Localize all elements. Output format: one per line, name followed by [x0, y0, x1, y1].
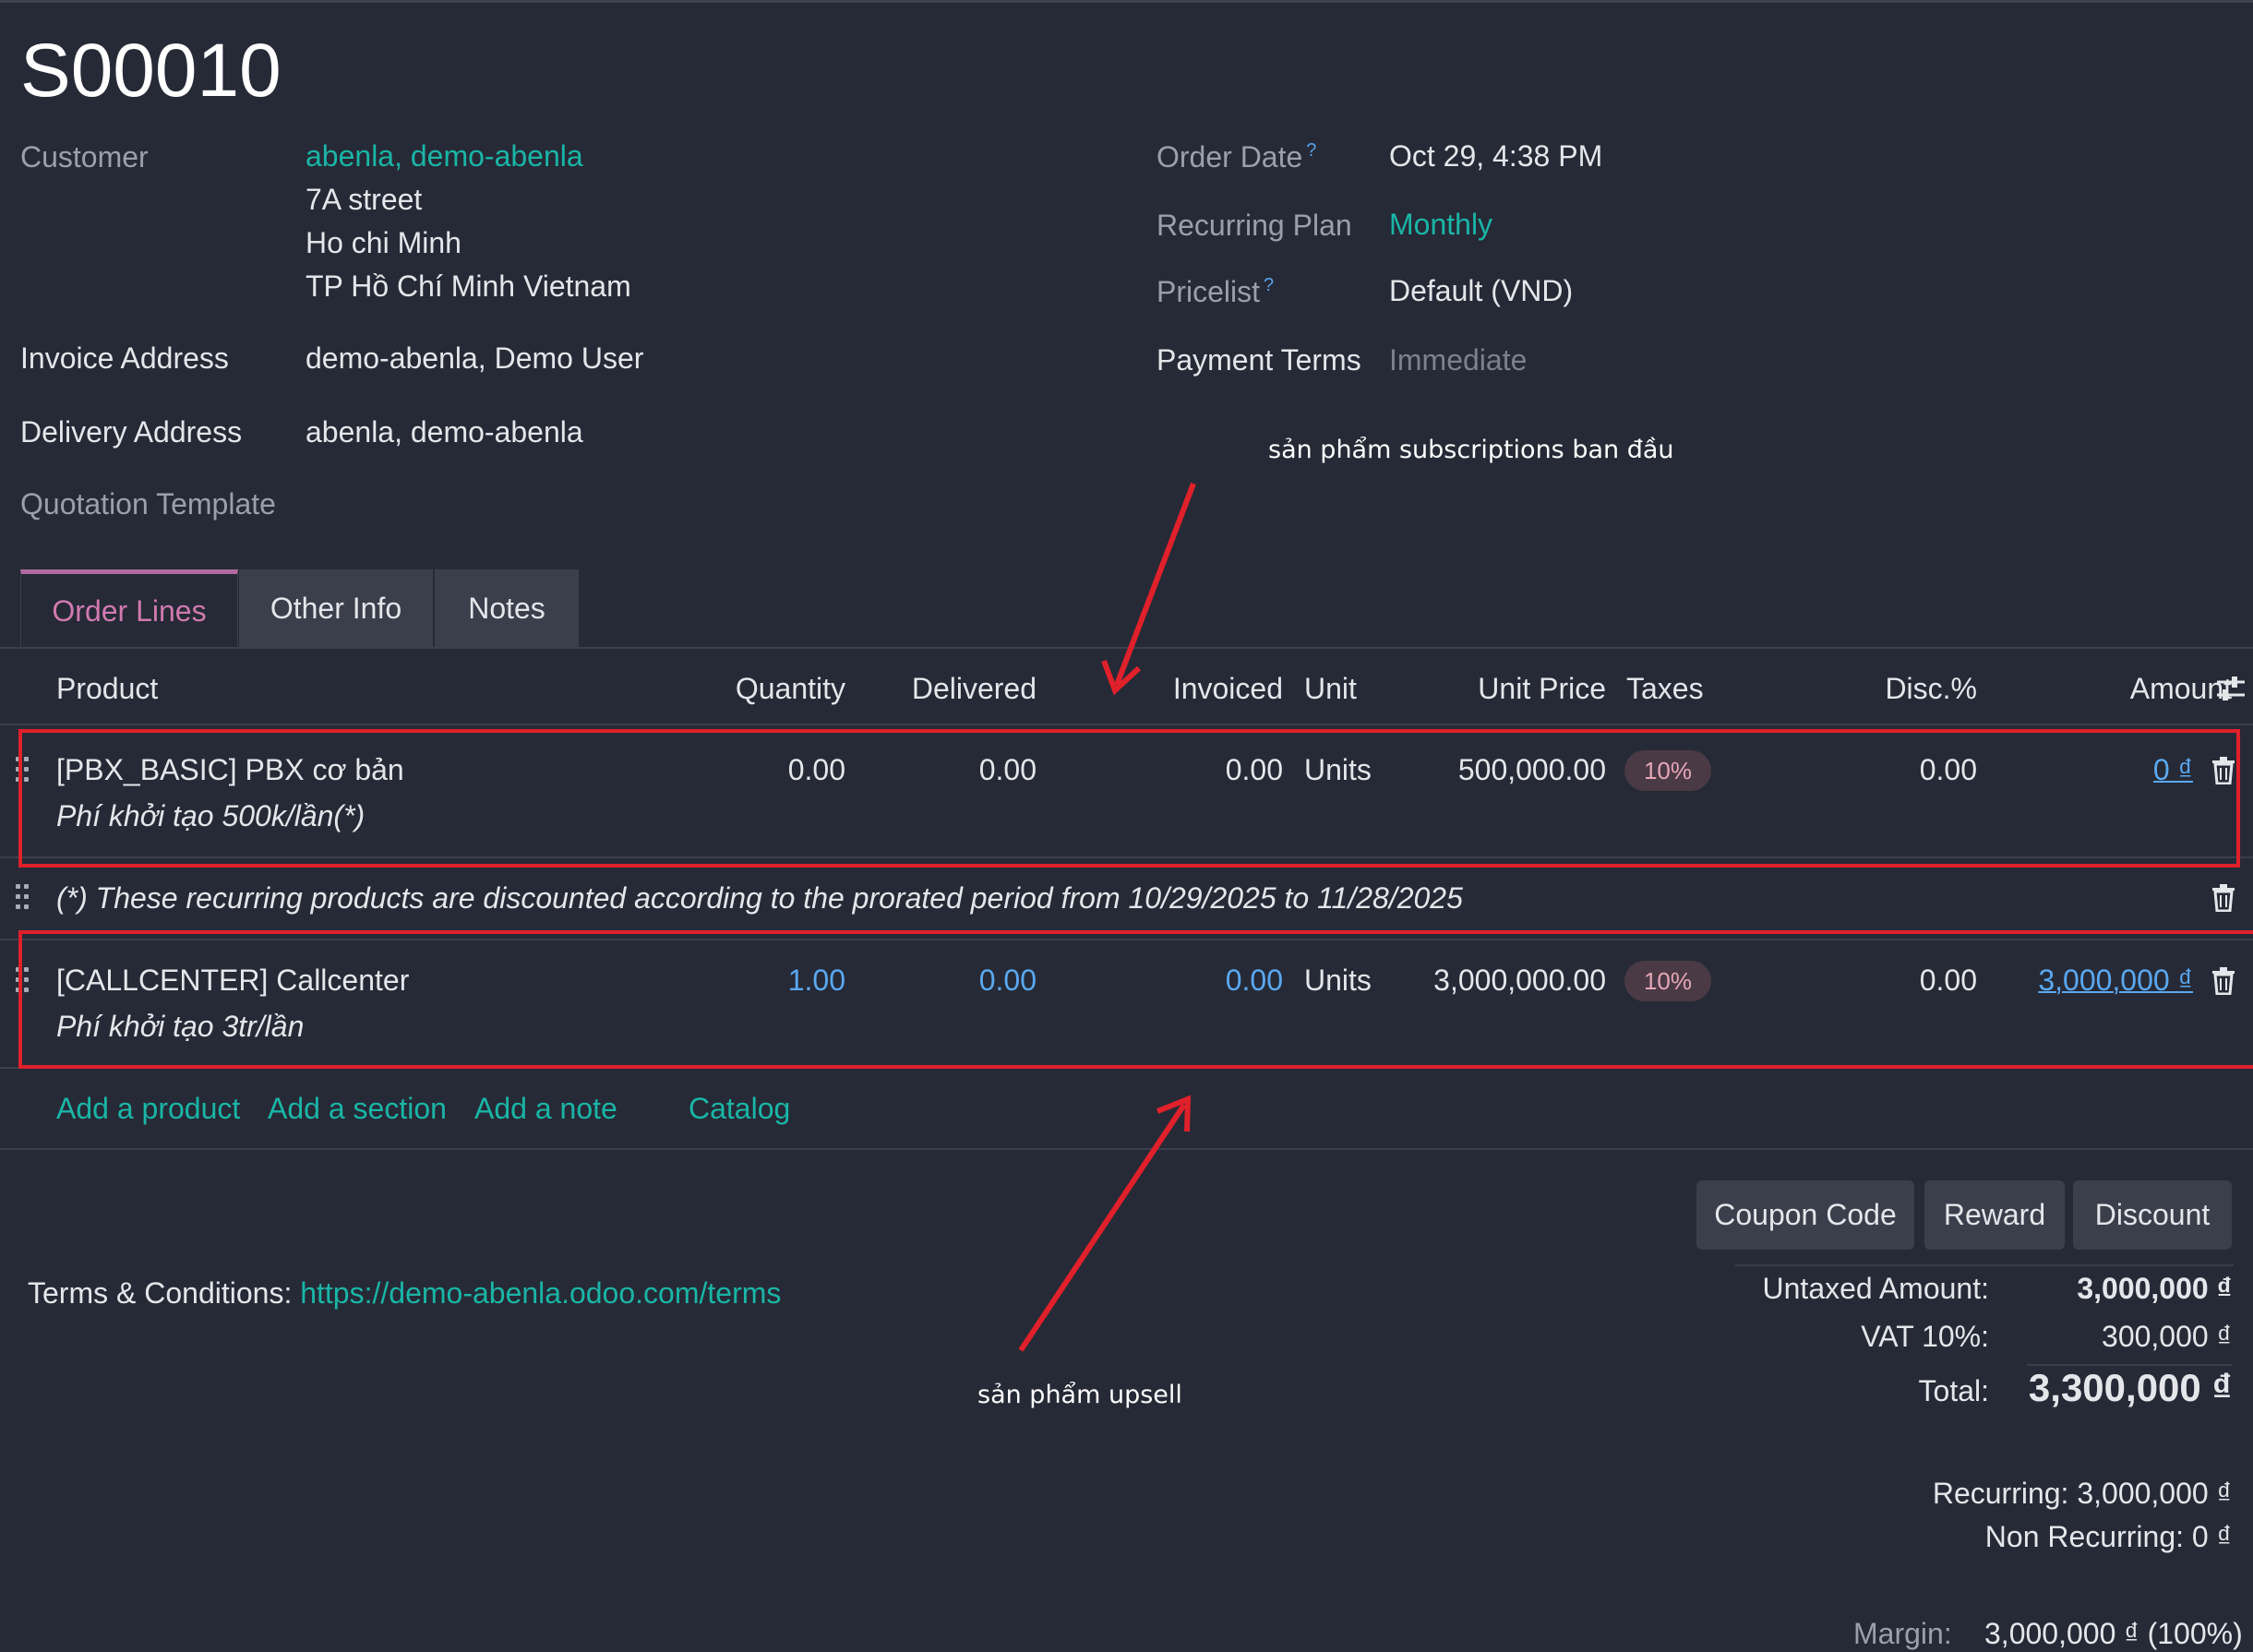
untaxed-amount-label: Untaxed Amount: [1762, 1272, 1989, 1305]
arrow-upsell [1018, 1103, 1187, 1352]
reward-button[interactable]: Reward [1924, 1180, 2065, 1250]
untaxed-amount-value: 3,000,000 ₫ [2077, 1272, 2232, 1305]
terms-conditions: Terms & Conditions: https://demo-abenla.… [28, 1276, 781, 1311]
vat-value: 300,000 ₫ [2102, 1320, 2232, 1353]
annotation-upsell: sản phẩm upsell [977, 1381, 1182, 1409]
recurring-total: Recurring: 3,000,000 ₫ [1932, 1477, 2232, 1510]
coupon-code-button[interactable]: Coupon Code [1696, 1180, 1914, 1250]
margin-label: Margin: [1853, 1617, 1952, 1650]
discount-button[interactable]: Discount [2073, 1180, 2232, 1250]
terms-link[interactable]: https://demo-abenla.odoo.com/terms [300, 1276, 781, 1310]
non-recurring-total: Non Recurring: 0 ₫ [1984, 1520, 2232, 1553]
margin-value: 3,000,000 ₫ (100%) [1984, 1617, 2243, 1650]
arrow-initial [1114, 482, 1196, 687]
total-value: 3,300,000 ₫ [2028, 1366, 2232, 1409]
terms-label: Terms & Conditions: [28, 1276, 293, 1310]
vat-label: VAT 10%: [1861, 1320, 1989, 1353]
totals-top-separator [1735, 1264, 2234, 1266]
